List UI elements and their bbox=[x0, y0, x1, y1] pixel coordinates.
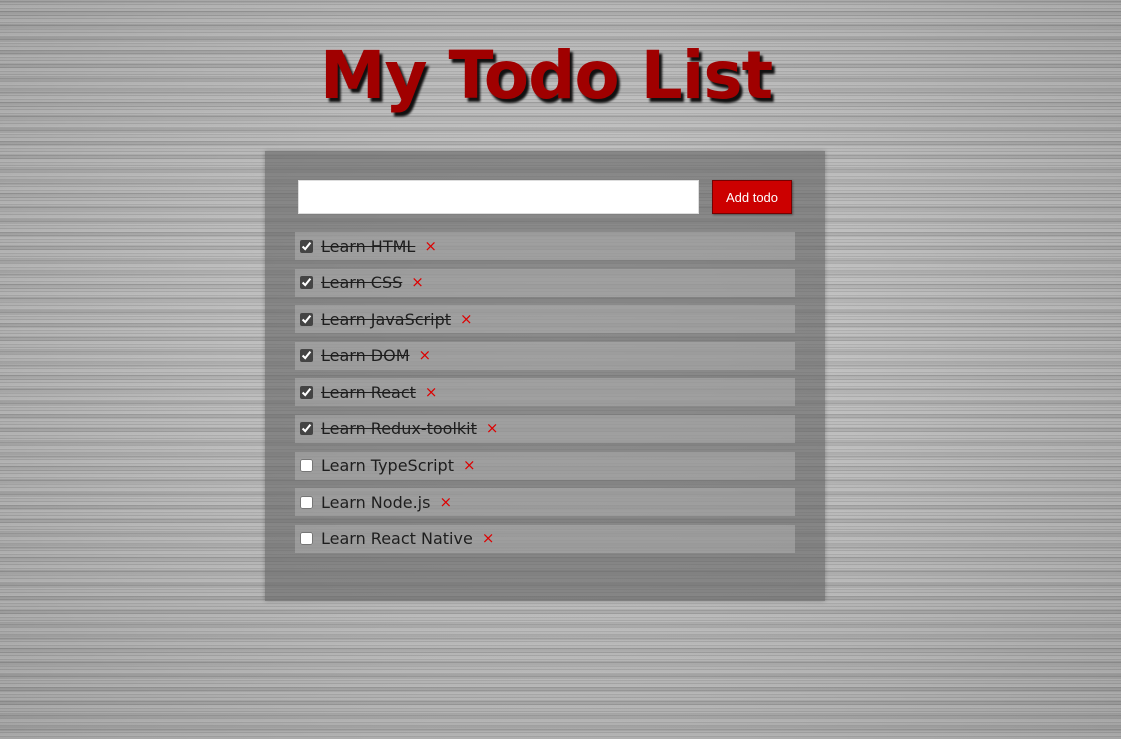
todo-panel: Add todo Learn HTML × Learn CSS × Learn … bbox=[265, 151, 825, 601]
delete-icon[interactable]: × bbox=[419, 348, 432, 363]
todo-checkbox[interactable] bbox=[300, 349, 313, 363]
todo-label: Learn JavaScript bbox=[321, 309, 452, 329]
todo-checkbox[interactable] bbox=[300, 312, 313, 326]
todo-item: Learn Node.js × bbox=[295, 488, 795, 517]
todo-checkbox[interactable] bbox=[300, 422, 313, 436]
todo-label: Learn CSS bbox=[321, 273, 403, 293]
todo-item: Learn JavaScript × bbox=[295, 305, 795, 334]
todo-checkbox[interactable] bbox=[300, 385, 313, 399]
delete-icon[interactable]: × bbox=[463, 458, 476, 473]
todo-label: Learn HTML bbox=[321, 236, 416, 256]
delete-icon[interactable]: × bbox=[411, 275, 424, 290]
todo-item: Learn React Native × bbox=[295, 524, 795, 553]
todo-label: Learn Redux-toolkit bbox=[321, 419, 477, 439]
delete-icon[interactable]: × bbox=[460, 311, 473, 327]
todo-checkbox[interactable] bbox=[300, 495, 313, 509]
todo-item: Learn CSS × bbox=[295, 268, 795, 297]
todo-input[interactable] bbox=[298, 180, 699, 214]
todo-item: Learn DOM × bbox=[295, 341, 795, 370]
delete-icon[interactable]: × bbox=[486, 421, 499, 436]
delete-icon[interactable]: × bbox=[424, 238, 437, 254]
todo-label: Learn React Native bbox=[321, 529, 473, 549]
todo-label: Learn Node.js bbox=[321, 492, 431, 512]
todo-item: Learn React × bbox=[295, 378, 795, 407]
delete-icon[interactable]: × bbox=[425, 384, 438, 400]
todo-item: Learn HTML × bbox=[295, 232, 795, 260]
todo-checkbox[interactable] bbox=[300, 276, 313, 290]
todo-item: Learn TypeScript × bbox=[295, 451, 795, 480]
delete-icon[interactable]: × bbox=[482, 531, 495, 546]
page-title: My Todo List bbox=[319, 37, 773, 114]
delete-icon[interactable]: × bbox=[439, 494, 452, 510]
todo-checkbox[interactable] bbox=[300, 239, 313, 253]
todo-checkbox[interactable] bbox=[300, 459, 313, 473]
todo-list: Learn HTML × Learn CSS × Learn JavaScrip… bbox=[295, 232, 795, 561]
todo-label: Learn React bbox=[321, 382, 416, 402]
todo-label: Learn DOM bbox=[321, 346, 410, 366]
add-todo-button[interactable]: Add todo bbox=[712, 180, 792, 214]
todo-label: Learn TypeScript bbox=[321, 456, 454, 476]
todo-checkbox[interactable] bbox=[300, 532, 313, 546]
todo-item: Learn Redux-toolkit × bbox=[295, 414, 795, 443]
